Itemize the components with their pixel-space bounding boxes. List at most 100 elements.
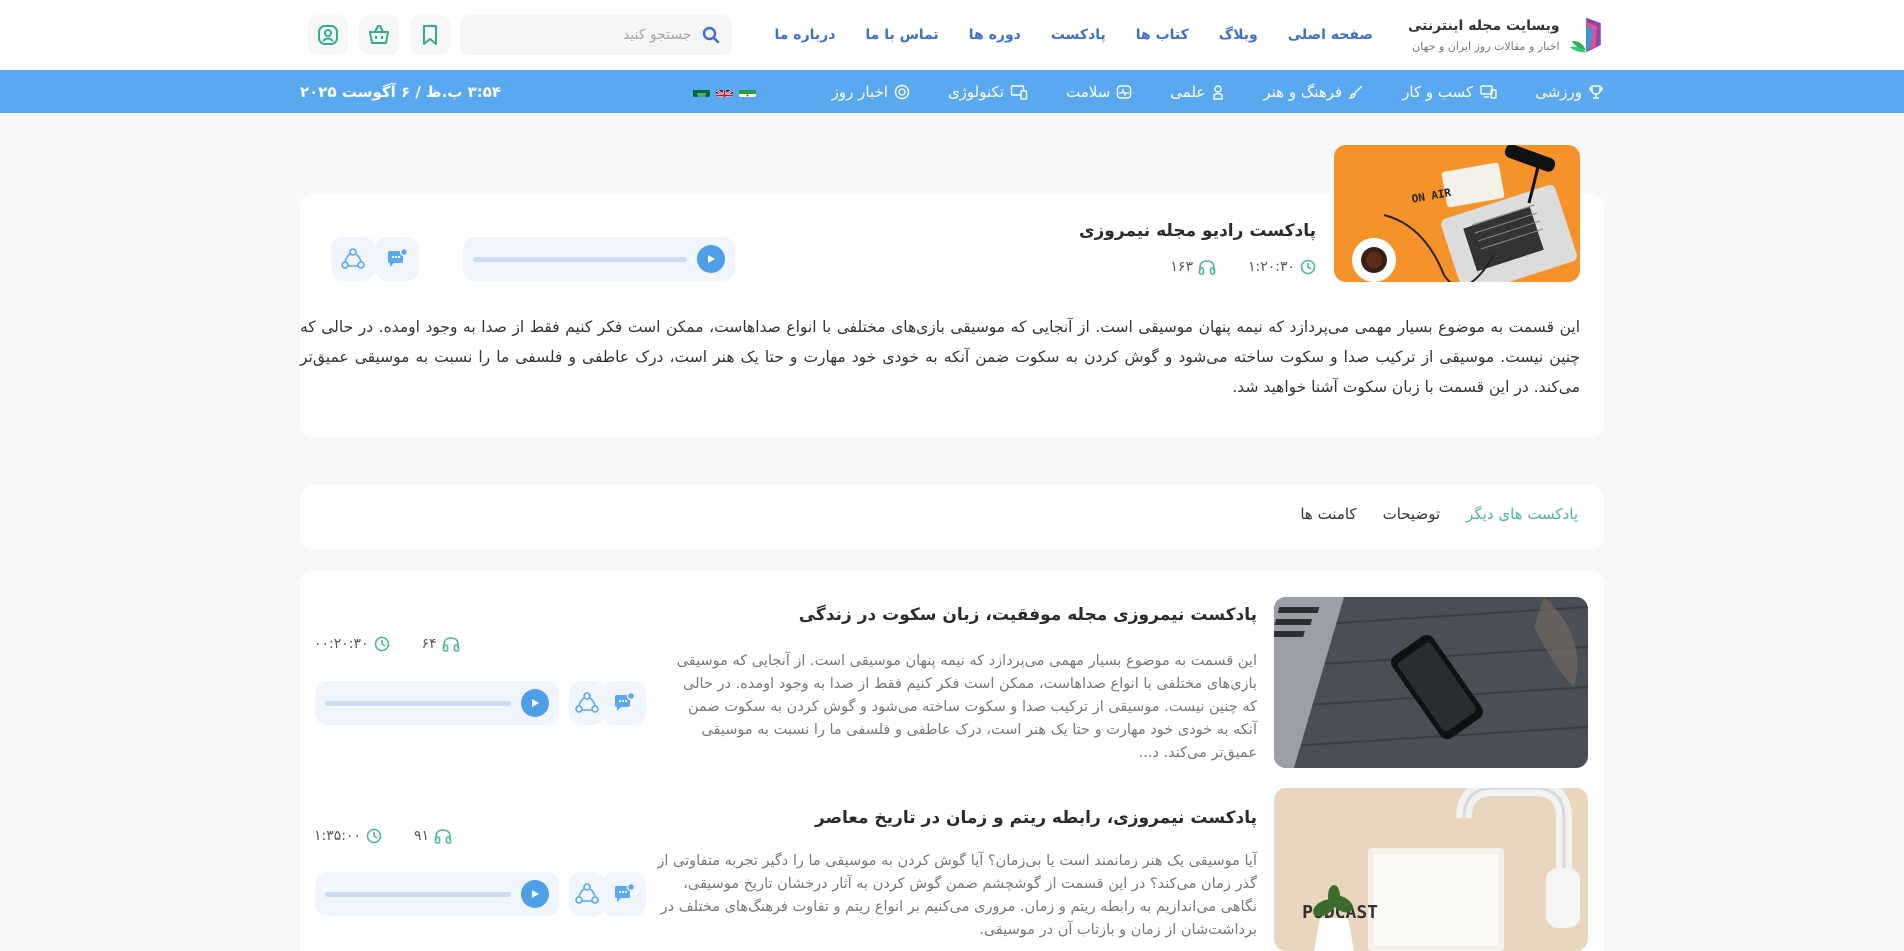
category-label: اخبار روز [831, 82, 888, 101]
podcast-meta: ۱:۲۰:۳۰ ۱۶۳ [1170, 259, 1316, 275]
devices-icon [1010, 84, 1028, 100]
brush-icon [1348, 85, 1363, 99]
trophy-icon [1589, 84, 1603, 99]
science-icon [1213, 84, 1224, 100]
podcast-item-description: آیا موسیقی یک هنر زمانمند است یا بی‌زمان… [657, 853, 1257, 938]
duration-text: ۱:۳۵:۰۰ [314, 828, 362, 844]
date-time: ۳:۵۴ ب.ظ / ۶ آگوست ۲۰۲۵ [300, 82, 502, 101]
podcast-description: این قسمت به موضوع بسیار مهمی می‌پردازد ک… [300, 318, 1580, 396]
news-icon [894, 84, 910, 99]
podcast-item-listens: ۹۱ [414, 828, 452, 844]
tab-descriptions[interactable]: توضیحات [1383, 505, 1441, 523]
nav-about[interactable]: درباره ما [760, 27, 851, 43]
podcast-item-image[interactable] [1274, 597, 1588, 768]
gb-flag[interactable] [715, 86, 733, 97]
clock-icon [1300, 259, 1316, 275]
podcast-cover-image: ON AIR [1334, 145, 1580, 282]
category-business[interactable]: کسب و کار [1402, 83, 1497, 101]
play-icon [708, 255, 715, 263]
category-label: ورزشی [1535, 82, 1582, 101]
category-label: سلامت [1065, 82, 1111, 101]
tab-other-podcasts[interactable]: پادکست های دیگر [1466, 505, 1578, 523]
site-subtitle: اخبار و مقالات روز ایران و جهان [1412, 39, 1560, 53]
podcast-item-listens: ۶۴ [422, 636, 460, 652]
podcast-listens: ۱۶۳ [1170, 259, 1216, 275]
clock-icon [374, 636, 389, 652]
user-icon [317, 25, 338, 45]
chat-icon [615, 883, 636, 902]
headphones-icon [434, 829, 452, 844]
podcast-duration: ۱:۲۰:۳۰ [1248, 259, 1316, 275]
site-title: وبسایت مجله اینترنتی [1408, 17, 1560, 34]
play-icon [532, 699, 539, 707]
nav-courses[interactable]: دوره ها [954, 27, 1036, 43]
nav-podcast[interactable]: پادکست [1036, 27, 1121, 43]
share-icon [575, 883, 599, 904]
search-input[interactable] [471, 27, 692, 43]
heart-monitor-icon [1117, 84, 1132, 99]
logo-book-icon [1569, 17, 1601, 53]
language-flags [692, 86, 756, 97]
bookmark-button[interactable] [409, 15, 450, 55]
ir-flag[interactable] [738, 86, 756, 97]
category-label: تکنولوژی [947, 82, 1004, 101]
audio-player [463, 237, 735, 281]
clock-icon [366, 828, 382, 844]
podcast-item-meta: ۰۰:۲۰:۳۰ ۶۴ [314, 636, 460, 652]
user-button[interactable] [307, 15, 348, 55]
share-icon [575, 692, 599, 713]
chat-icon [615, 692, 636, 711]
tab-comments[interactable]: کامنت ها [1300, 505, 1356, 523]
category-sports[interactable]: ورزشی [1535, 83, 1604, 101]
listens-text: ۱۶۳ [1170, 259, 1193, 275]
category-science[interactable]: علمی [1170, 83, 1225, 101]
duration-text: ۱:۲۰:۳۰ [1247, 259, 1295, 275]
category-label: فرهنگ و هنر [1263, 82, 1343, 101]
basket-button[interactable] [358, 15, 399, 55]
nav-contact[interactable]: تماس با ما [850, 27, 953, 43]
headphones-icon [1198, 260, 1216, 275]
progress-track[interactable] [473, 256, 687, 262]
podcast-tabs: پادکست های دیگر توضیحات کامنت ها [1300, 505, 1578, 523]
progress-track[interactable] [325, 700, 511, 706]
podcast-item-image[interactable]: PODCAST [1274, 788, 1588, 951]
play-button[interactable] [521, 880, 549, 908]
podcast-title: پادکست رادیو مجله نیمروزی [1078, 221, 1316, 241]
category-technology[interactable]: تکنولوژی [948, 83, 1028, 101]
podcast-item-duration: ۱:۳۵:۰۰ [314, 828, 382, 844]
play-icon [532, 890, 539, 898]
nav-home[interactable]: صفحه اصلی [1273, 27, 1388, 43]
bookmark-icon [422, 25, 437, 45]
podcast-item-title[interactable]: پادکست نیمروزی مجله موفقیت، زبان سکوت در… [799, 605, 1257, 625]
share-button[interactable] [331, 237, 375, 281]
headphones-icon [442, 637, 459, 652]
nav-blog[interactable]: وبلاگ [1204, 27, 1273, 43]
category-news[interactable]: اخبار روز [832, 83, 910, 101]
site-logo[interactable]: وبسایت مجله اینترنتی اخبار و مقالات روز … [1408, 10, 1604, 60]
audio-player [315, 681, 559, 725]
podcast-item-description: این قسمت به موضوع بسیار مهمی می‌پردازد ک… [676, 653, 1257, 761]
podcast-item-title[interactable]: پادکست نیمروزی، رابطه ریتم و زمان در تار… [815, 808, 1257, 828]
sa-flag[interactable] [692, 86, 710, 97]
category-culture[interactable]: فرهنگ و هنر [1263, 83, 1364, 101]
listens-text: ۹۱ [414, 828, 430, 844]
comment-button[interactable] [375, 237, 419, 281]
category-label: کسب و کار [1402, 82, 1474, 101]
comment-button[interactable] [602, 872, 646, 916]
share-button[interactable] [569, 681, 605, 725]
nav-books[interactable]: کتاب ها [1121, 27, 1204, 43]
duration-text: ۰۰:۲۰:۳۰ [314, 636, 369, 652]
share-icon [341, 248, 365, 269]
category-health[interactable]: سلامت [1066, 83, 1132, 101]
play-button[interactable] [521, 689, 549, 717]
audio-player [315, 872, 559, 916]
comment-button[interactable] [602, 681, 646, 725]
podcast-item-duration: ۰۰:۲۰:۳۰ [314, 636, 390, 652]
monitor-icon [1480, 84, 1497, 99]
category-bar: ورزشی کسب و کار فرهنگ و هنر علمی سلامت ت… [0, 70, 1904, 113]
play-button[interactable] [697, 245, 725, 273]
site-header: وبسایت مجله اینترنتی اخبار و مقالات روز … [0, 0, 1904, 70]
search-icon[interactable] [702, 26, 720, 44]
progress-track[interactable] [325, 891, 511, 897]
share-button[interactable] [569, 872, 605, 916]
